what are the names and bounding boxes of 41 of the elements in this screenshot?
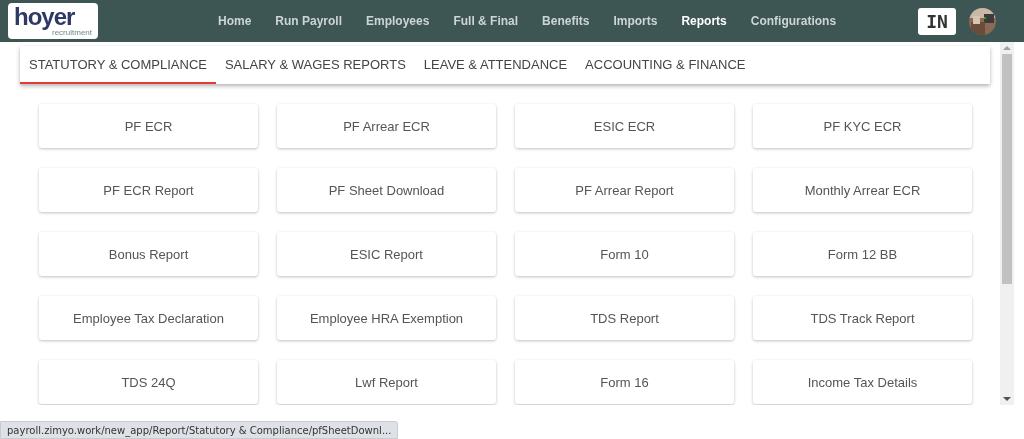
report-card[interactable]: Form 16 bbox=[515, 360, 734, 404]
nav-item[interactable]: Run Payroll bbox=[263, 14, 355, 28]
tab[interactable]: SALARY & WAGES REPORTS bbox=[215, 46, 415, 84]
tab[interactable]: STATUTORY & COMPLIANCE bbox=[20, 46, 216, 84]
report-card[interactable]: Employee HRA Exemption bbox=[277, 296, 496, 340]
report-card[interactable]: Income Tax Details bbox=[753, 360, 972, 404]
report-card[interactable]: TDS 24Q bbox=[39, 360, 258, 404]
logo[interactable]: hoyer recruitment bbox=[8, 3, 98, 39]
report-card[interactable]: PF Sheet Download bbox=[277, 168, 496, 212]
scrollbar[interactable] bbox=[1000, 42, 1014, 405]
tab[interactable]: ACCOUNTING & FINANCE bbox=[576, 46, 755, 84]
nav-item[interactable]: Full & Final bbox=[441, 14, 531, 28]
tab[interactable]: LEAVE & ATTENDANCE bbox=[414, 46, 577, 84]
status-bar: payroll.zimyo.work/new_app/Report/Statutory & Compliance/pfSheetDownl... bbox=[0, 421, 399, 439]
report-card[interactable]: PF Arrear Report bbox=[515, 168, 734, 212]
report-card[interactable]: TDS Track Report bbox=[753, 296, 972, 340]
report-card[interactable]: TDS Report bbox=[515, 296, 734, 340]
report-card[interactable]: PF KYC ECR bbox=[753, 104, 972, 148]
scroll-thumb[interactable] bbox=[1002, 54, 1012, 284]
report-card[interactable]: Employee Tax Declaration bbox=[39, 296, 258, 340]
report-card[interactable]: Monthly Arrear ECR bbox=[753, 168, 972, 212]
report-card[interactable]: Lwf Report bbox=[277, 360, 496, 404]
report-card[interactable]: PF Arrear ECR bbox=[277, 104, 496, 148]
report-card[interactable]: Bonus Report bbox=[39, 232, 258, 276]
language-button[interactable]: IN bbox=[918, 7, 956, 35]
report-card[interactable]: PF ECR Report bbox=[39, 168, 258, 212]
nav-item[interactable]: Reports bbox=[669, 14, 739, 28]
report-card[interactable]: PF ECR bbox=[39, 104, 258, 148]
scroll-up-icon[interactable] bbox=[1003, 45, 1011, 51]
logo-name: hoyer bbox=[14, 5, 76, 28]
report-card[interactable]: Form 12 BB bbox=[753, 232, 972, 276]
nav-item[interactable]: Home bbox=[206, 14, 264, 28]
nav-item[interactable]: Imports bbox=[601, 14, 670, 28]
report-card[interactable]: ESIC Report bbox=[277, 232, 496, 276]
report-card[interactable]: Form 10 bbox=[515, 232, 734, 276]
report-card[interactable]: ESIC ECR bbox=[515, 104, 734, 148]
nav-item[interactable]: Configurations bbox=[738, 14, 849, 28]
nav-item[interactable]: Employees bbox=[354, 14, 442, 28]
scroll-down-icon[interactable] bbox=[1003, 396, 1011, 402]
logo-tagline: recruitment bbox=[52, 28, 92, 37]
nav-item[interactable]: Benefits bbox=[530, 14, 602, 28]
